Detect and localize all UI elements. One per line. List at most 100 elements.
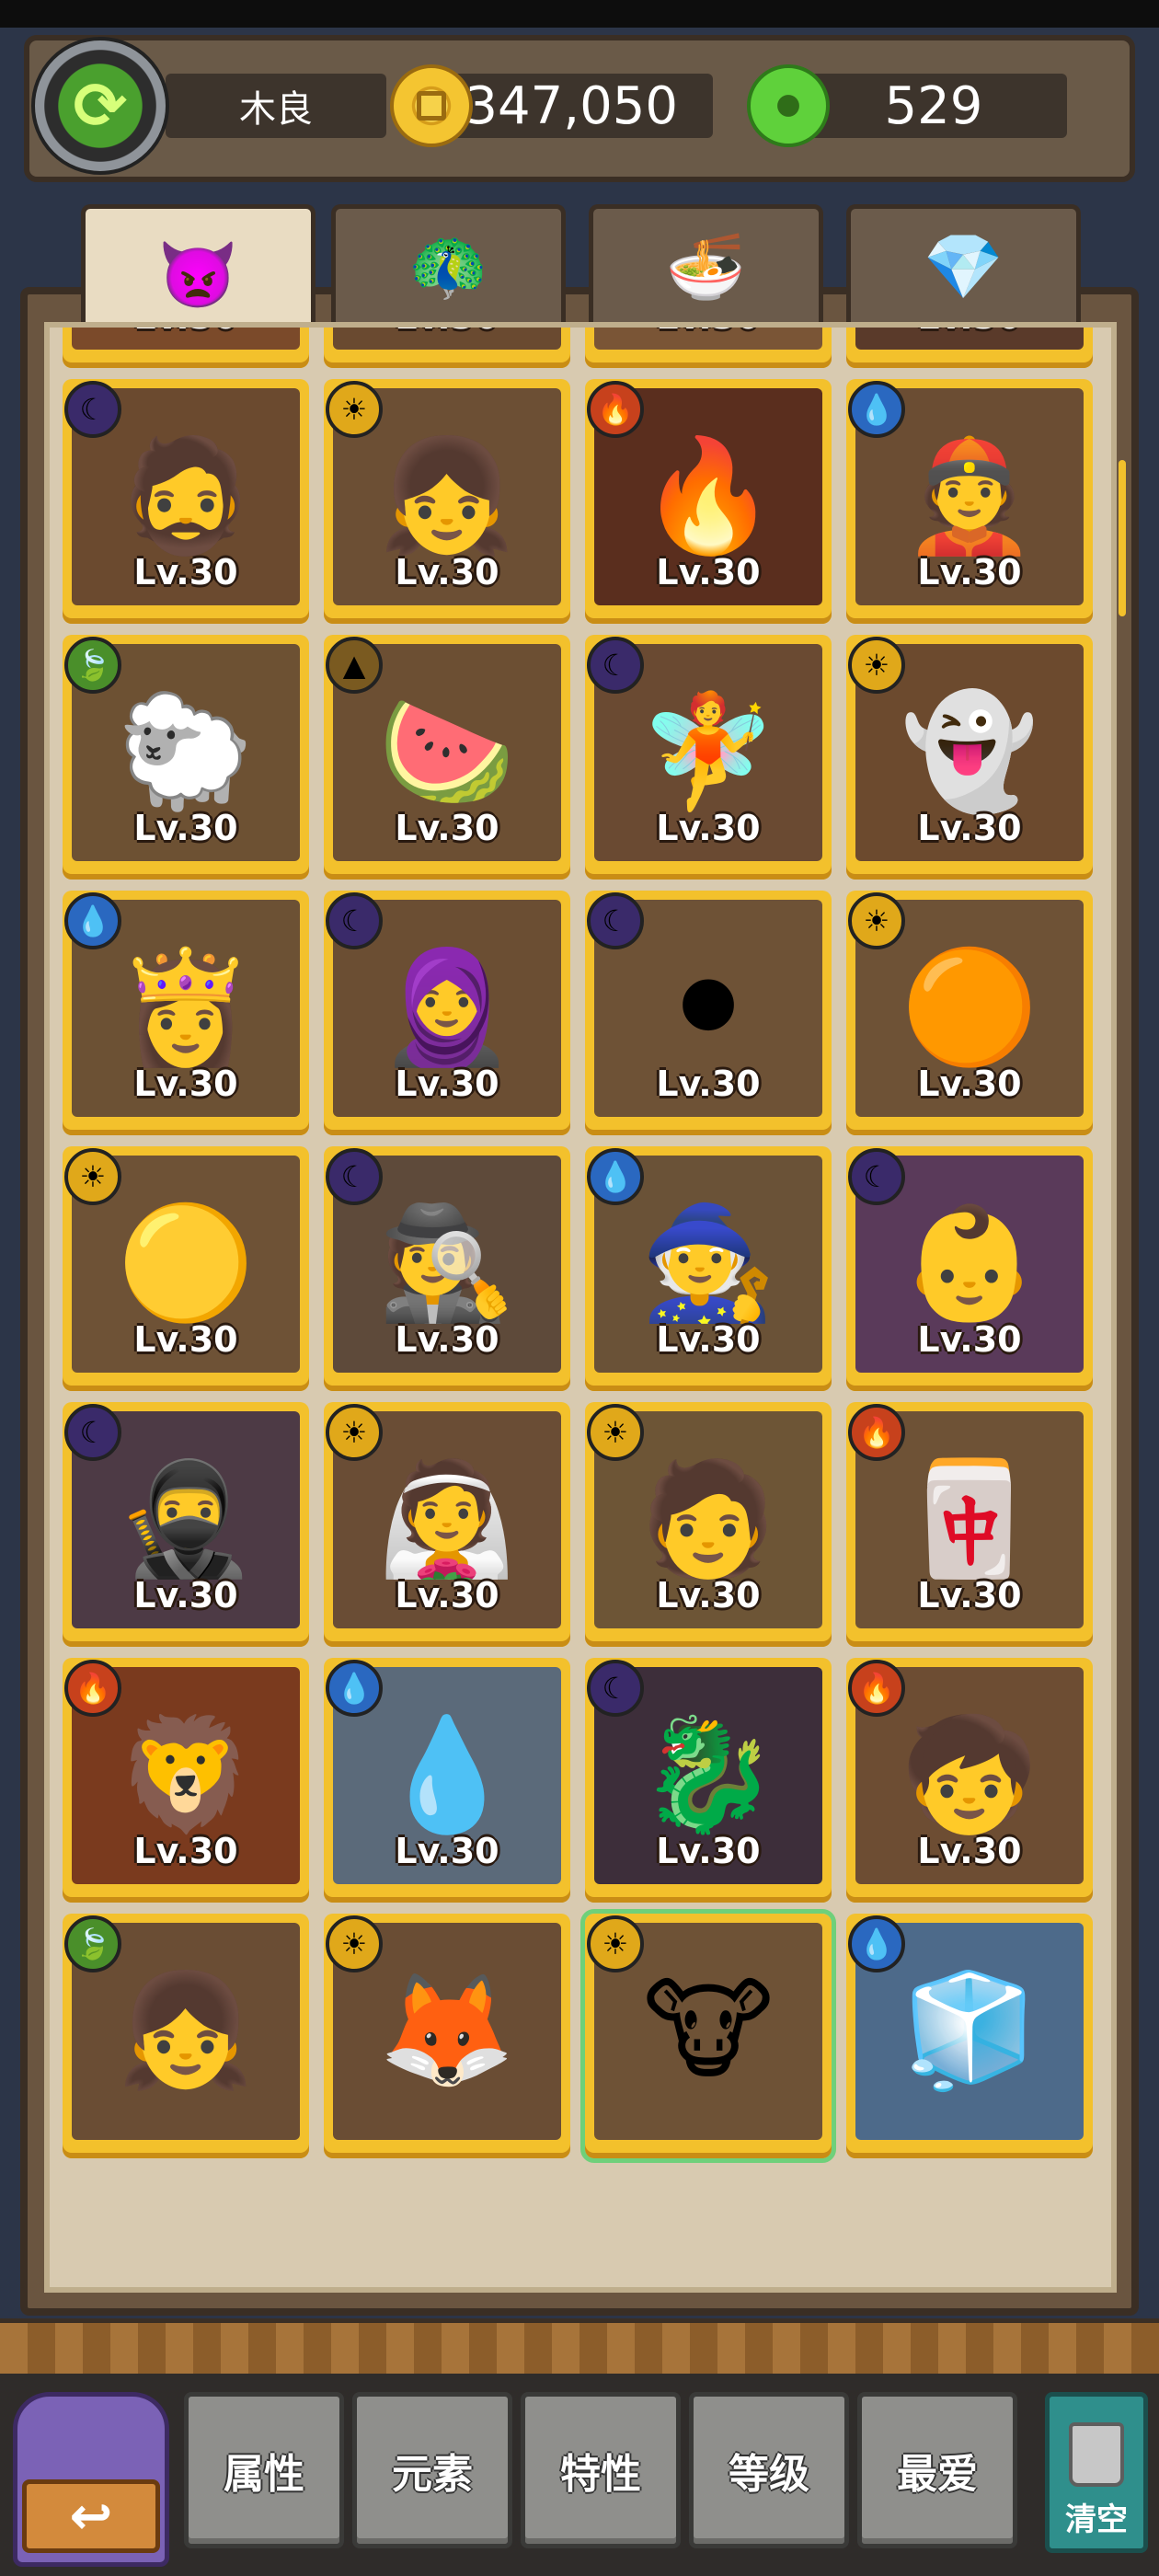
filter-attribute-button[interactable]: 属性	[184, 2392, 344, 2548]
water-element-icon: 💧	[326, 1660, 383, 1717]
hero-level: Lv.30	[133, 552, 238, 592]
hero-portrait: 👸	[117, 944, 255, 1072]
hero-level: Lv.30	[333, 328, 561, 337]
hero-card[interactable]: ☀ 👧 Lv.30	[324, 379, 570, 624]
hero-card[interactable]: ☾ 🧕 Lv.30	[324, 891, 570, 1135]
hero-card[interactable]: ☾ 🐉 Lv.30	[585, 1658, 832, 1903]
hero-portrait: 🟡	[117, 1200, 255, 1328]
hero-portrait: 🧑	[639, 1455, 777, 1583]
leaf-element-icon: 🍃	[64, 637, 121, 694]
moon-element-icon: ☾	[587, 892, 644, 949]
scrollbar-thumb[interactable]	[1119, 460, 1126, 616]
collection-grid: 🔥🧑‍🌾Lv.30💧🧝Lv.30🍃🐯Lv.30▲👩Lv.30☾🧔Lv.30☀👧L…	[63, 328, 1111, 2163]
sun-element-icon: ☀	[326, 381, 383, 438]
hero-card[interactable]: 💧 👲 Lv.30	[846, 379, 1093, 624]
tab-food[interactable]: 🍜	[589, 204, 823, 326]
hero-card[interactable]: ☀ 👰 Lv.30	[324, 1402, 570, 1647]
hero-card[interactable]: ☀ 🐮	[580, 1909, 836, 2163]
sun-element-icon: ☀	[326, 1915, 383, 1972]
hero-portrait: ⚫	[661, 944, 755, 1072]
fire-element-icon: 🔥	[587, 381, 644, 438]
tab-relics[interactable]: 🦚	[331, 204, 566, 326]
collection-grid-viewport[interactable]: 🔥🧑‍🌾Lv.30💧🧝Lv.30🍃🐯Lv.30▲👩Lv.30☾🧔Lv.30☀👧L…	[44, 322, 1117, 2293]
peacock-fan-tab-icon: 🦚	[407, 229, 489, 305]
sun-element-icon: ☀	[64, 1148, 121, 1205]
hero-level: Lv.30	[395, 1064, 499, 1104]
hero-portrait: 🥷	[117, 1455, 255, 1583]
hero-level: Lv.30	[133, 1064, 238, 1104]
filter-level-button[interactable]: 等级	[689, 2392, 849, 2548]
hero-card[interactable]: ☀ 🟠 Lv.30	[846, 891, 1093, 1135]
hero-card[interactable]: ☾ 👶 Lv.30	[846, 1146, 1093, 1391]
hero-card[interactable]: ☾ 🥷 Lv.30	[63, 1402, 309, 1647]
tab-crystal[interactable]: 💎	[846, 204, 1081, 326]
hero-card[interactable]: ▲ 🍉 Lv.30	[324, 635, 570, 880]
clear-label: 清空	[1065, 2501, 1128, 2538]
hero-card[interactable]: 💧 👸 Lv.30	[63, 891, 309, 1135]
hero-level: Lv.30	[917, 552, 1022, 592]
hero-level: Lv.30	[656, 1575, 761, 1616]
hero-card[interactable]: ☀ 👻 Lv.30	[846, 635, 1093, 880]
hero-card-portrait-area: 🐯Lv.30	[594, 328, 822, 350]
hero-portrait: 🕵	[378, 1200, 516, 1328]
hero-portrait: 👶	[901, 1200, 1039, 1328]
moon-element-icon: ☾	[64, 381, 121, 438]
hero-portrait: 👻	[901, 688, 1039, 816]
hero-level: Lv.30	[917, 808, 1022, 848]
water-element-icon: 💧	[848, 1915, 905, 1972]
hero-card[interactable]: ☾ 🧔 Lv.30	[63, 379, 309, 624]
hero-level: Lv.30	[656, 1064, 761, 1104]
back-button[interactable]: ↩	[13, 2392, 169, 2567]
hero-card[interactable]: ☾ ⚫ Lv.30	[585, 891, 832, 1135]
hero-card[interactable]: 🔥🧑‍🌾Lv.30	[63, 328, 309, 368]
hero-card[interactable]: 🔥 🀄 Lv.30	[846, 1402, 1093, 1647]
filter-trait-button[interactable]: 特性	[521, 2392, 681, 2548]
hero-card[interactable]: 💧 💧 Lv.30	[324, 1658, 570, 1903]
noodle-bowl-tab-icon: 🍜	[665, 229, 747, 305]
hero-level: Lv.30	[917, 1319, 1022, 1360]
fire-element-icon: 🔥	[848, 1404, 905, 1461]
hero-card[interactable]: 🔥 🦁 Lv.30	[63, 1658, 309, 1903]
hero-level: Lv.30	[133, 1575, 238, 1616]
hero-portrait: 👧	[117, 1967, 255, 2095]
hero-portrait: 🐉	[639, 1711, 777, 1839]
hero-level: Lv.30	[855, 328, 1084, 337]
hero-card[interactable]: ▲👩Lv.30	[846, 328, 1093, 368]
hero-level: Lv.30	[656, 808, 761, 848]
hero-level: Lv.30	[395, 1575, 499, 1616]
filter-element-button[interactable]: 元素	[352, 2392, 512, 2548]
hero-portrait: 💧	[378, 1711, 516, 1839]
water-element-icon: 💧	[848, 381, 905, 438]
fire-element-icon: 🔥	[64, 1660, 121, 1717]
hero-card[interactable]: 🍃🐯Lv.30	[585, 328, 832, 368]
hero-card[interactable]: ☀ 🦊	[324, 1914, 570, 2158]
hero-portrait: 🐑	[117, 688, 255, 816]
hero-level: Lv.30	[917, 1831, 1022, 1871]
hero-card[interactable]: 💧 🧊	[846, 1914, 1093, 2158]
hero-level: Lv.30	[656, 1319, 761, 1360]
hero-card[interactable]: ☀ 🧑 Lv.30	[585, 1402, 832, 1647]
back-arrow-icon: ↩	[22, 2479, 160, 2553]
refresh-avatar-icon[interactable]: ⟳	[31, 37, 169, 175]
hero-card[interactable]: ☾ 🕵 Lv.30	[324, 1146, 570, 1391]
hero-card[interactable]: 🔥 🔥 Lv.30	[585, 379, 832, 624]
hero-card[interactable]: 🔥 🧒 Lv.30	[846, 1658, 1093, 1903]
filter-favorite-button[interactable]: 最爱	[857, 2392, 1017, 2548]
hero-portrait: 🀄	[901, 1455, 1039, 1583]
moon-element-icon: ☾	[64, 1404, 121, 1461]
hero-card[interactable]: ☾ 🧚 Lv.30	[585, 635, 832, 880]
hero-card[interactable]: 💧🧝Lv.30	[324, 328, 570, 368]
hero-card[interactable]: ☀ 🟡 Lv.30	[63, 1146, 309, 1391]
hero-level: Lv.30	[656, 552, 761, 592]
hero-portrait: 🧊	[901, 1967, 1039, 2095]
hero-portrait: 🧕	[378, 944, 516, 1072]
hero-card[interactable]: 💧 🧙 Lv.30	[585, 1146, 832, 1391]
hero-card[interactable]: 🍃 👧	[63, 1914, 309, 2158]
hero-portrait: 🧚	[639, 688, 777, 816]
hero-level: Lv.30	[395, 552, 499, 592]
hero-card[interactable]: 🍃 🐑 Lv.30	[63, 635, 309, 880]
hero-portrait: 👲	[901, 432, 1039, 560]
hero-portrait: 🧒	[901, 1711, 1039, 1839]
crystal-tab-icon: 💎	[923, 229, 1004, 305]
clear-button[interactable]: 清空	[1045, 2392, 1148, 2553]
